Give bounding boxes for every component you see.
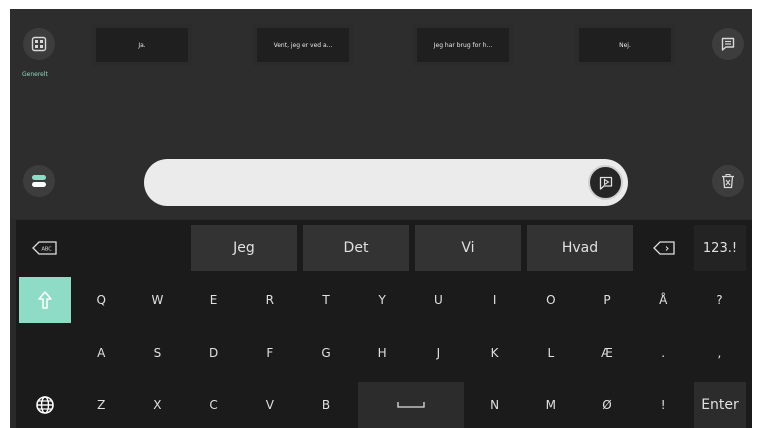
key-10[interactable]: P xyxy=(581,277,633,323)
language-key[interactable] xyxy=(19,382,71,428)
key-12[interactable]: , xyxy=(693,330,745,376)
backspace-icon xyxy=(653,241,675,255)
messages-button[interactable] xyxy=(712,28,744,60)
abc-backspace-icon: ABC xyxy=(32,241,57,255)
suggestion-2[interactable]: Det xyxy=(303,225,409,271)
abc-mode-key[interactable]: ABC xyxy=(19,225,71,271)
category-button[interactable] xyxy=(23,28,55,60)
phrase-button-3[interactable]: Jeg har brug for h... xyxy=(413,24,513,66)
key-8[interactable]: I xyxy=(469,277,521,323)
svg-text:ABC: ABC xyxy=(42,247,53,253)
key-5[interactable]: B xyxy=(300,382,352,428)
shift-key[interactable] xyxy=(19,277,71,323)
globe-icon xyxy=(36,396,54,414)
space-icon xyxy=(397,402,425,408)
key-10[interactable]: Ø xyxy=(581,382,633,428)
key-9[interactable]: O xyxy=(525,277,577,323)
key-7[interactable]: U xyxy=(412,277,464,323)
message-icon xyxy=(721,37,735,51)
key-6[interactable]: Y xyxy=(356,277,408,323)
top-panel: Generelt Ja. Vent, jeg er ved a... Jeg h… xyxy=(10,9,752,219)
backspace-key[interactable] xyxy=(638,225,690,271)
shift-arrow-icon xyxy=(38,291,52,309)
key-8[interactable]: K xyxy=(469,330,521,376)
keyboard: ABC Jeg Det Vi Hvad 123.! Q W E R T Y U I O P Å? A… xyxy=(16,220,752,428)
key-7[interactable]: J xyxy=(412,330,464,376)
clear-button[interactable] xyxy=(712,165,744,197)
key-5[interactable]: G xyxy=(300,330,352,376)
key-12[interactable]: ? xyxy=(693,277,745,323)
key-5[interactable]: T xyxy=(300,277,352,323)
speak-icon xyxy=(599,176,612,190)
trash-icon xyxy=(722,174,734,189)
key-1[interactable]: A xyxy=(75,330,127,376)
key-3[interactable]: C xyxy=(188,382,240,428)
key-2[interactable]: X xyxy=(131,382,183,428)
suggestion-4[interactable]: Hvad xyxy=(527,225,633,271)
numbers-key[interactable]: 123.! xyxy=(694,225,746,271)
key-1[interactable]: Z xyxy=(75,382,127,428)
app-window: Generelt Ja. Vent, jeg er ved a... Jeg h… xyxy=(10,9,752,428)
key-8[interactable]: N xyxy=(469,382,521,428)
key-11[interactable]: ! xyxy=(637,382,689,428)
key-4[interactable]: F xyxy=(244,330,296,376)
key-2[interactable]: W xyxy=(131,277,183,323)
key-9[interactable]: M xyxy=(525,382,577,428)
space-key[interactable] xyxy=(358,382,464,428)
key-9[interactable]: L xyxy=(525,330,577,376)
category-label: Generelt xyxy=(22,71,48,78)
grid-icon xyxy=(31,36,47,52)
key-11[interactable]: . xyxy=(637,330,689,376)
key-6[interactable]: H xyxy=(356,330,408,376)
key-4[interactable]: R xyxy=(244,277,296,323)
suggestion-1[interactable]: Jeg xyxy=(191,225,297,271)
phrase-button-1[interactable]: Ja. xyxy=(92,24,192,66)
enter-key[interactable]: Enter xyxy=(694,382,746,428)
key-11[interactable]: Å xyxy=(637,277,689,323)
speak-button[interactable] xyxy=(588,165,623,200)
key-1[interactable]: Q xyxy=(75,277,127,323)
message-input[interactable] xyxy=(144,159,628,206)
phrase-button-4[interactable]: Nej. xyxy=(575,24,675,66)
key-4[interactable]: V xyxy=(244,382,296,428)
layout-toggle-button[interactable] xyxy=(23,165,55,197)
key-10[interactable]: Æ xyxy=(581,330,633,376)
key-2[interactable]: S xyxy=(131,330,183,376)
suggestion-3[interactable]: Vi xyxy=(415,225,521,271)
key-3[interactable]: D xyxy=(188,330,240,376)
key-3[interactable]: E xyxy=(188,277,240,323)
toggle-icon xyxy=(32,175,46,187)
phrase-button-2[interactable]: Vent, jeg er ved a... xyxy=(253,24,353,66)
